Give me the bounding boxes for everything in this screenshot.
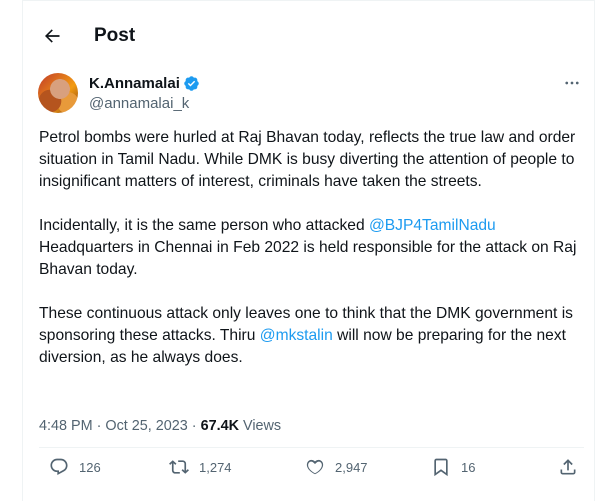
tweet-text-segment: Incidentally, it is the same person who … [39,217,369,234]
author-handle[interactable]: @annamalai_k [89,95,189,112]
mention-mkstalin-link[interactable]: @mkstalin [260,327,333,344]
share-icon [560,459,576,475]
verified-badge-icon [184,76,199,91]
bookmark-button[interactable]: 16 [431,457,475,477]
back-arrow-icon [45,29,60,43]
author-name-row: K.Annamalai [89,75,200,92]
meta-separator: · [96,418,102,434]
tweet-text: Petrol bombs were hurled at Raj Bhavan t… [39,127,584,391]
post-date[interactable]: Oct 25, 2023 [105,418,187,434]
tweet-paragraph-3: These continuous attack only leaves one … [39,303,584,369]
avatar[interactable] [38,73,78,113]
like-count: 2,947 [335,459,368,475]
bookmark-icon [434,458,448,477]
views-label[interactable]: Views [243,418,281,434]
post-time[interactable]: 4:48 PM [39,418,93,434]
reply-button[interactable]: 126 [49,457,101,477]
more-icon [565,81,579,85]
post-meta: 4:48 PM · Oct 25, 2023 · 67.4K Views [39,418,281,434]
tweet-text-segment: Headquarters in Chennai in Feb 2022 is h… [39,239,577,278]
tweet-paragraph-2: Incidentally, it is the same person who … [39,215,584,281]
author-name[interactable]: K.Annamalai [89,75,180,92]
page-title: Post [94,25,136,46]
reply-icon [50,458,68,476]
tweet-paragraph-1: Petrol bombs were hurled at Raj Bhavan t… [39,129,576,190]
bookmark-count: 16 [461,459,476,475]
action-bar: 126 1,274 2,947 16 [39,457,584,485]
back-button[interactable] [35,19,69,53]
post-detail-panel: Post K.Annamalai @annamalai_k Petrol bom… [22,0,595,501]
meta-separator: · [191,418,197,434]
reply-count: 126 [79,459,101,475]
more-button[interactable] [559,73,585,93]
repost-icon [169,460,189,474]
repost-button[interactable]: 1,274 [169,457,232,477]
like-button[interactable]: 2,947 [305,457,368,477]
post-header: Post [23,1,594,69]
divider [39,447,584,448]
mention-bjp4tamilnadu-link[interactable]: @BJP4TamilNadu [369,217,496,234]
like-icon [306,459,324,475]
views-count[interactable]: 67.4K [201,418,239,434]
repost-count: 1,274 [199,459,232,475]
share-button[interactable] [558,457,578,477]
